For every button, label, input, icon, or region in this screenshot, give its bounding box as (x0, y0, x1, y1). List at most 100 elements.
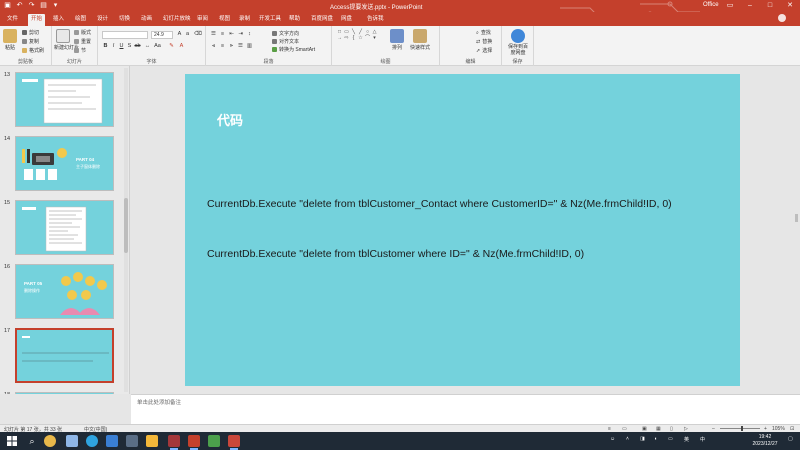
thumbnail-scroll-thumb[interactable] (124, 198, 128, 253)
cut-button[interactable]: 剪切 (22, 29, 39, 36)
clear-format-icon[interactable]: ⌫ (194, 31, 202, 38)
shape-arrow2-icon[interactable]: ⇨ (343, 35, 350, 41)
chrome-icon[interactable] (44, 435, 56, 447)
tray-arrow-icon[interactable]: ˄ (626, 436, 629, 442)
slide-thumbnail-14[interactable]: PART 04 主子窗体删除 (15, 136, 114, 191)
canvas-scrollbar[interactable] (795, 66, 799, 394)
arrange-button[interactable]: 排列 (388, 29, 406, 51)
app3-icon[interactable] (208, 435, 220, 447)
copy-button[interactable]: 复制 (22, 38, 39, 45)
underline-icon[interactable]: U (118, 43, 125, 50)
shape-brace-icon[interactable]: { (350, 35, 357, 41)
italic-icon[interactable]: I (110, 43, 117, 50)
notes-placeholder[interactable]: 单击此处添加备注 (137, 398, 181, 406)
folder-icon[interactable] (66, 435, 78, 447)
ribbon-display-icon[interactable]: ▭ (724, 0, 736, 12)
layout-button[interactable]: 版式 (74, 29, 91, 36)
thumbnail-scrollbar[interactable] (124, 68, 128, 392)
tab-design[interactable]: 设计 (94, 14, 111, 26)
notes-pane[interactable]: 单击此处添加备注 (131, 394, 800, 424)
select-button[interactable]: ➚ 选择 (476, 47, 492, 55)
bullets-icon[interactable]: ☰ (210, 31, 217, 38)
maximize-icon[interactable]: □ (764, 0, 776, 12)
highlight-icon[interactable]: ✎ (168, 43, 175, 50)
slide-title[interactable]: 代码 (217, 110, 243, 129)
taskbar-clock[interactable]: 19:42 2023/12/27 (745, 434, 785, 448)
minimize-icon[interactable]: – (744, 0, 756, 12)
tray-battery-icon[interactable]: ▭ (668, 436, 673, 442)
format-painter-button[interactable]: 格式刷 (22, 47, 44, 54)
new-slide-button[interactable]: 新建幻灯片 (54, 29, 79, 51)
shape-arrow-icon[interactable]: → (336, 35, 343, 41)
slide-thumbnail-15[interactable] (15, 200, 114, 255)
slide-thumbnail-17[interactable] (15, 328, 114, 383)
powerpoint-icon[interactable] (188, 435, 200, 450)
tab-animations[interactable]: 动画 (138, 14, 155, 26)
shapes-gallery[interactable]: □ ▭ ╲ ╱ ○ △ → ⇨{☆ ⌒ ▾ (336, 29, 378, 49)
change-case-icon[interactable]: Aa (154, 43, 161, 50)
search-icon[interactable]: ⌕ (26, 435, 38, 447)
start-icon[interactable] (6, 435, 18, 447)
align-text-button[interactable]: 对齐文本 (272, 38, 299, 45)
current-slide[interactable]: 代码 CurrentDb.Execute "delete from tblCus… (185, 74, 740, 386)
line-spacing-icon[interactable]: ↕ (246, 31, 253, 38)
start-from-beginning-icon[interactable]: ▤ (39, 1, 48, 10)
shape-more-icon[interactable]: ▾ (371, 35, 378, 41)
text-direction-button[interactable]: 文字方向 (272, 30, 299, 37)
font-name-combo[interactable] (102, 31, 148, 39)
tab-home[interactable]: 开始 (28, 14, 46, 26)
save-icon[interactable]: ▣ (3, 1, 12, 10)
spacing-icon[interactable]: ↔ (144, 43, 151, 50)
tray-ime-icon[interactable]: 英 (684, 436, 689, 443)
notification-icon[interactable]: ▢ (788, 436, 793, 442)
find-button[interactable]: ⌕ 查找 (476, 29, 491, 37)
justify-icon[interactable]: ☰ (237, 43, 244, 50)
save-to-cloud-button[interactable]: 保存到百度网盘 (508, 29, 528, 56)
tab-tell-me[interactable]: 告诉我 (364, 14, 387, 26)
smartart-button[interactable]: 转换为 SmartArt (272, 46, 315, 53)
strikethrough-icon[interactable]: ab (134, 43, 141, 50)
tab-review[interactable]: 审阅 (194, 14, 211, 26)
code-line-2[interactable]: CurrentDb.Execute "delete from tblCustom… (207, 248, 584, 260)
redo-icon[interactable]: ↷ (27, 1, 36, 10)
app-icon[interactable] (126, 435, 138, 447)
columns-icon[interactable]: ▥ (246, 43, 253, 50)
tray-people-icon[interactable]: ☺ (610, 436, 615, 442)
font-size-combo[interactable]: 24.9 (151, 31, 173, 39)
tab-netdisk[interactable]: 网盘 (338, 14, 355, 26)
font-color-icon[interactable]: A (178, 43, 185, 50)
shape-star-icon[interactable]: ☆ (357, 35, 364, 41)
store-icon[interactable] (106, 435, 118, 447)
shadow-icon[interactable]: S (126, 43, 133, 50)
bold-icon[interactable]: B (102, 43, 109, 50)
tab-help[interactable]: 帮助 (286, 14, 303, 26)
tab-transitions[interactable]: 切换 (116, 14, 133, 26)
paste-button[interactable]: 粘贴 (2, 29, 18, 51)
app4-icon[interactable] (228, 435, 240, 450)
tab-slideshow[interactable]: 幻灯片放映 (160, 14, 194, 26)
slide-thumbnail-13[interactable] (15, 72, 114, 127)
close-icon[interactable]: ✕ (784, 0, 796, 12)
tab-baidu-netdisk[interactable]: 百度网盘 (308, 14, 336, 26)
shrink-font-icon[interactable]: a (184, 31, 191, 38)
align-right-icon[interactable]: ⫸ (228, 43, 235, 50)
grow-font-icon[interactable]: A (176, 31, 183, 38)
customize-qat-icon[interactable]: ▾ (51, 1, 60, 10)
zoom-slider[interactable] (720, 428, 760, 429)
reset-button[interactable]: 重置 (74, 38, 91, 45)
tab-record[interactable]: 录制 (236, 14, 253, 26)
align-center-icon[interactable]: ≡ (219, 43, 226, 50)
slide-thumbnail-16[interactable]: PART 05 删除操作 (15, 264, 114, 319)
tab-developer[interactable]: 开发工具 (256, 14, 284, 26)
user-icon[interactable] (778, 14, 786, 22)
tray-network-icon[interactable]: ◨ (640, 436, 645, 442)
quick-styles-button[interactable]: 快速样式 (410, 29, 430, 51)
increase-indent-icon[interactable]: ⇥ (237, 31, 244, 38)
tab-view[interactable]: 视图 (216, 14, 233, 26)
replace-button[interactable]: ⇄ 替换 (476, 38, 492, 46)
edge-icon[interactable] (86, 435, 98, 447)
zoom-slider-thumb[interactable] (741, 426, 743, 431)
numbering-icon[interactable]: ≡ (219, 31, 226, 38)
decrease-indent-icon[interactable]: ⇤ (228, 31, 235, 38)
tab-insert[interactable]: 插入 (50, 14, 67, 26)
